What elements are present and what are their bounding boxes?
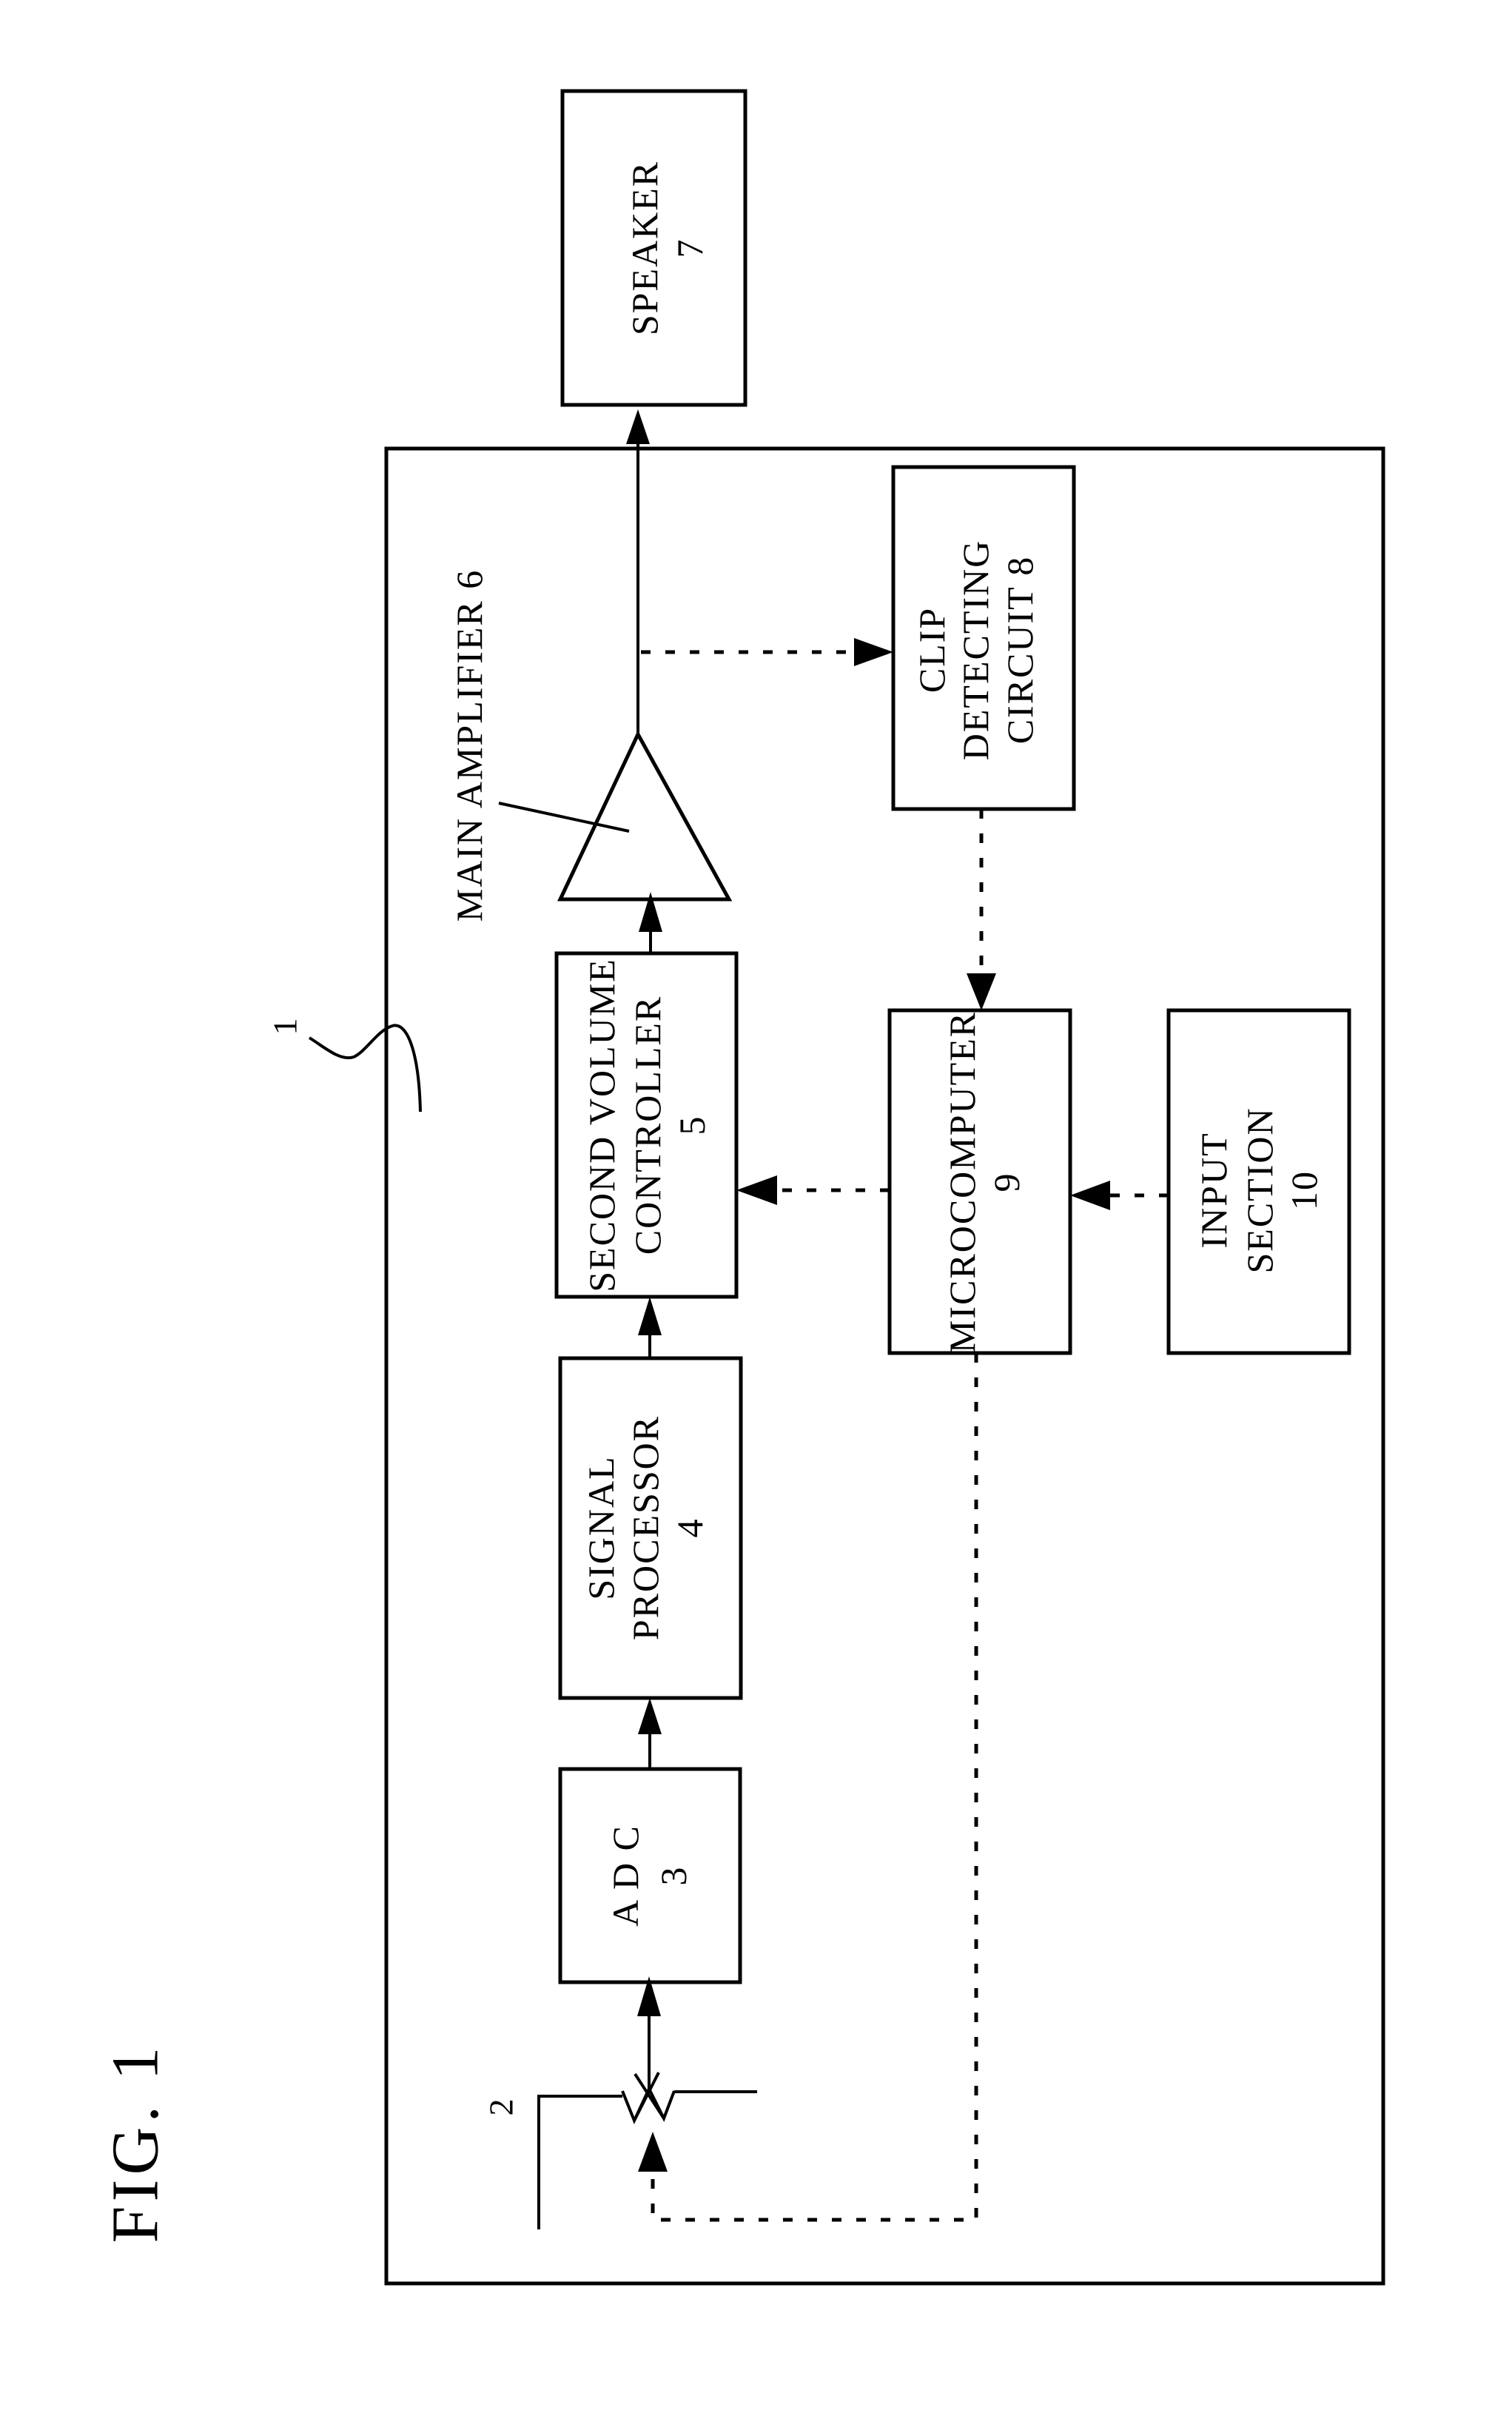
adc-label-line-2: 3 bbox=[653, 1866, 694, 1886]
arrowhead-up-icon bbox=[638, 1297, 662, 1335]
speaker-number: 7 bbox=[669, 238, 710, 258]
svc-label-line-2: CONTROLLER bbox=[627, 996, 668, 1255]
speaker-block[interactable]: SPEAKER 7 bbox=[560, 89, 747, 407]
arrowhead-up-icon bbox=[638, 1698, 662, 1734]
microcomputer-block[interactable]: MICROCOMPUTER 9 bbox=[887, 1008, 1072, 1355]
device-enclosure bbox=[384, 446, 1385, 2286]
svc-label-line-1: SECOND VOLUME bbox=[581, 958, 622, 1292]
input-label-line-2: SECTION bbox=[1239, 1107, 1280, 1273]
sp-label-line-3: 4 bbox=[669, 1518, 710, 1538]
arrowhead-right-icon bbox=[854, 638, 893, 666]
arrowhead-left-icon bbox=[1070, 1181, 1110, 1210]
arrowhead-up-icon bbox=[638, 2132, 668, 2172]
device-ref-number: 1 bbox=[266, 1018, 304, 1036]
clip-label-line-3: CIRCUIT 8 bbox=[999, 556, 1041, 745]
main-amplifier-label: MAIN AMPLIFIER 6 bbox=[448, 569, 490, 922]
figure-title: FIG. 1 bbox=[99, 2042, 172, 2243]
input-label-line-1: INPUT bbox=[1193, 1132, 1234, 1248]
volume-left-lead bbox=[537, 2095, 622, 2229]
input-section-block[interactable]: INPUT SECTION 10 bbox=[1166, 1008, 1351, 1355]
micro-label-line-1: MICROCOMPUTER bbox=[941, 1011, 983, 1353]
main-amplifier[interactable] bbox=[557, 730, 733, 902]
volume-ref-number: 2 bbox=[483, 2099, 520, 2116]
clip-label-line-2: DETECTING bbox=[955, 540, 996, 761]
clip-detecting-circuit-block[interactable]: CLIP DETECTING CIRCUIT 8 bbox=[891, 465, 1076, 811]
block-diagram: FIG. 1 1 SPEAKER 7 CLIP DETECTING CIRCUI… bbox=[99, 89, 1385, 2286]
clip-label-line-1: CLIP bbox=[911, 607, 952, 693]
input-label-line-3: 10 bbox=[1283, 1170, 1325, 1210]
sp-label-line-1: SIGNAL bbox=[580, 1455, 622, 1600]
device-ref-leader bbox=[308, 1024, 422, 1112]
arrowhead-up-icon bbox=[626, 409, 650, 444]
speaker-label: SPEAKER bbox=[624, 161, 665, 335]
sp-label-line-2: PROCESSOR bbox=[625, 1415, 666, 1640]
adc-block[interactable]: A D C 3 bbox=[558, 1767, 742, 1984]
arrowhead-left-icon bbox=[736, 1175, 777, 1205]
signal-processor-block[interactable]: SIGNAL PROCESSOR 4 bbox=[558, 1356, 743, 1700]
micro-label-line-2: 9 bbox=[986, 1172, 1027, 1192]
second-volume-controller-block[interactable]: SECOND VOLUME CONTROLLER 5 bbox=[554, 951, 739, 1299]
adc-label-line-1: A D C bbox=[605, 1825, 646, 1927]
arrowhead-down-icon bbox=[967, 973, 996, 1010]
svc-label-line-3: 5 bbox=[671, 1115, 713, 1135]
